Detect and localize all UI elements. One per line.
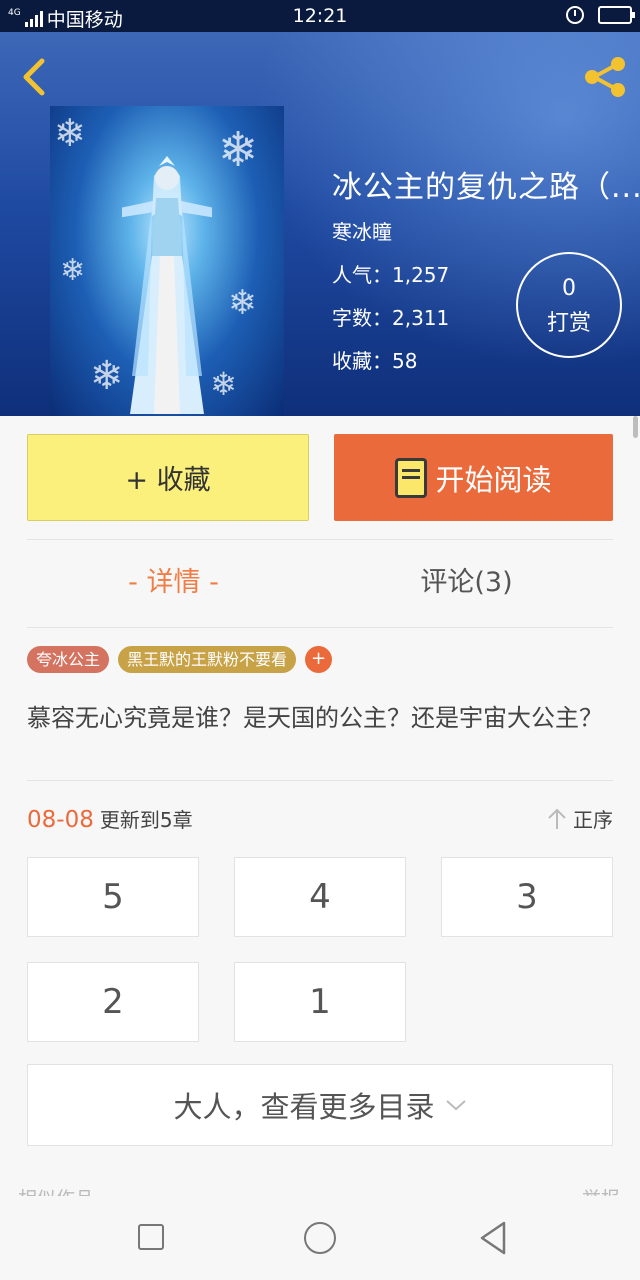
tag-item[interactable]: 黑王默的王默粉不要看 (118, 646, 297, 673)
tab-details[interactable]: - 详情 - (27, 560, 320, 610)
collect-button[interactable]: + 收藏 (27, 434, 309, 521)
share-button[interactable] (580, 54, 630, 100)
more-catalog-label: 大人，查看更多目录 (173, 1090, 435, 1124)
divider (27, 780, 613, 781)
snowflake-icon: ❄ (54, 111, 86, 155)
sort-order-label: 正序 (573, 808, 613, 832)
update-date: 08-08 (27, 807, 94, 833)
update-text: 更新到5章 (99, 808, 193, 832)
system-back-button[interactable] (478, 1220, 508, 1256)
book-icon (395, 457, 428, 498)
scrollbar[interactable] (633, 416, 638, 438)
divider (27, 627, 613, 628)
book-author[interactable]: 寒冰瞳 (332, 216, 632, 245)
chevron-down-icon (445, 1100, 466, 1111)
tag-item[interactable]: 夸冰公主 (27, 646, 110, 673)
sort-order-button[interactable]: 正序 (547, 804, 613, 833)
similar-works-heading: 相似作品 (18, 1184, 138, 1196)
book-description: 慕容无心究竟是谁？是天国的公主？还是宇宙大公主？ (27, 704, 603, 732)
princess-figure-illustration (122, 156, 212, 414)
chapter-button[interactable]: 5 (27, 857, 199, 937)
reward-button[interactable]: 0 打赏 (516, 252, 622, 358)
chevron-left-icon (23, 58, 45, 96)
status-right (566, 6, 635, 24)
snowflake-icon: ❄ (228, 283, 257, 323)
reward-count: 0 (562, 276, 576, 301)
start-reading-label: 开始阅读 (435, 462, 552, 497)
tab-comments[interactable]: 评论(3) (320, 560, 613, 610)
snowflake-icon: ❄ (218, 122, 259, 178)
status-time: 12:21 (292, 5, 348, 27)
add-tag-button[interactable]: + (305, 646, 333, 673)
home-button[interactable] (304, 1222, 336, 1254)
battery-icon (598, 6, 635, 24)
alarm-icon (566, 6, 584, 24)
chapter-button[interactable]: 4 (234, 857, 406, 937)
report-link[interactable]: 举报 (560, 1184, 620, 1196)
snowflake-icon: ❄ (90, 353, 124, 399)
share-icon (585, 57, 625, 97)
tag-list: 夸冰公主 黑王默的王默粉不要看 + (27, 646, 333, 673)
more-catalog-button[interactable]: 大人，查看更多目录 (27, 1064, 613, 1146)
chapter-button[interactable]: 1 (234, 962, 406, 1042)
status-bar: 4G 中国移动 12:21 (0, 0, 640, 32)
book-header: ❄ ❄ ❄ ❄ ❄ ❄ 冰公主的复仇之路（... 寒冰瞳 人气：1,257 字数… (0, 32, 640, 416)
start-reading-button[interactable]: 开始阅读 (334, 434, 613, 521)
book-cover[interactable]: ❄ ❄ ❄ ❄ ❄ ❄ (50, 106, 284, 416)
reward-label: 打赏 (546, 311, 591, 336)
snowflake-icon: ❄ (210, 365, 237, 403)
chapter-button[interactable]: 2 (27, 962, 199, 1042)
back-button[interactable] (14, 54, 54, 100)
snowflake-icon: ❄ (60, 253, 86, 288)
recent-apps-button[interactable] (138, 1224, 164, 1250)
update-info: 08-08 更新到5章 (27, 804, 193, 833)
book-title: 冰公主的复仇之路（... (332, 170, 640, 205)
arrow-up-icon (548, 808, 566, 829)
chapter-button[interactable]: 3 (441, 857, 613, 937)
divider (27, 539, 613, 540)
system-navigation-bar (0, 1196, 640, 1280)
